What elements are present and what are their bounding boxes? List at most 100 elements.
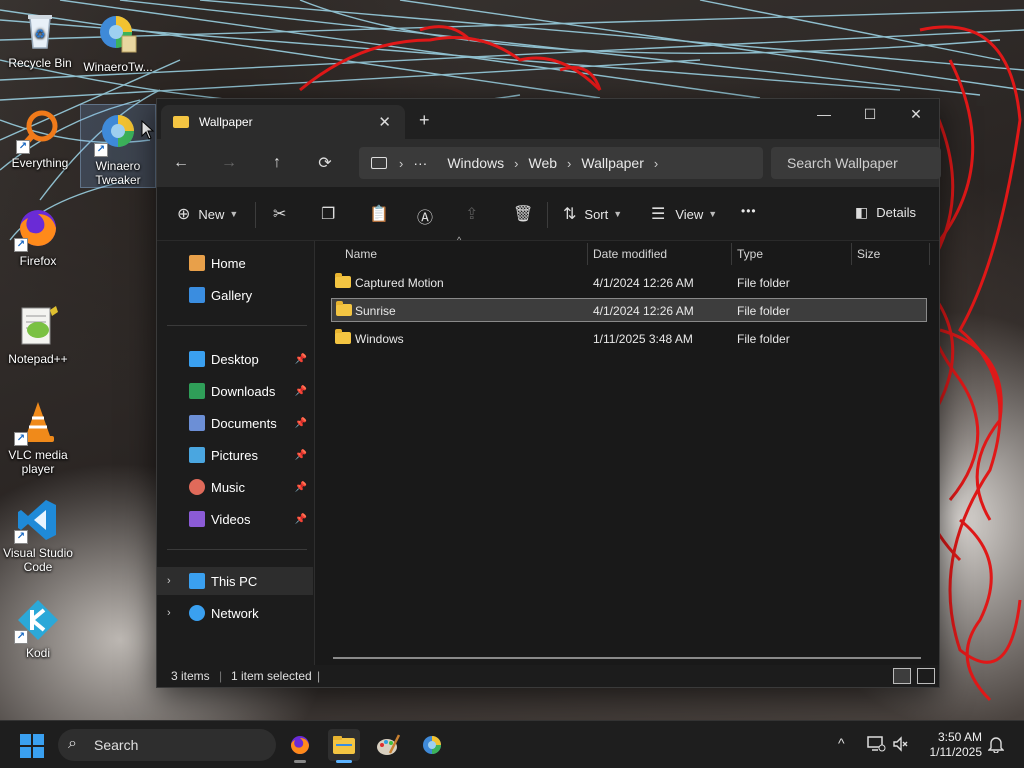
chevron-right-icon[interactable]: ›: [167, 607, 171, 619]
windows-logo-icon: [33, 734, 44, 745]
large-icons-view-toggle[interactable]: [917, 668, 935, 684]
breadcrumb-wallpaper[interactable]: Wallpaper: [581, 155, 644, 171]
sidebar-item-music[interactable]: Music 📌: [157, 473, 313, 501]
sidebar-item-label: Pictures: [211, 447, 258, 463]
desktop-icon-kodi[interactable]: ↗ Kodi: [0, 598, 76, 660]
sidebar-item-label: Home: [211, 255, 246, 271]
file-type: File folder: [737, 332, 790, 346]
sidebar-item-this-pc[interactable]: › This PC: [157, 567, 313, 595]
table-row[interactable]: Captured Motion 4/1/2024 12:26 AM File f…: [331, 271, 927, 295]
maximize-button[interactable]: ☐: [847, 99, 893, 129]
column-divider[interactable]: [851, 243, 852, 265]
back-button[interactable]: ←: [157, 154, 205, 172]
taskbar-paint[interactable]: [372, 729, 404, 761]
cut-button[interactable]: ✂: [273, 204, 286, 224]
breadcrumb-windows[interactable]: Windows: [447, 155, 504, 171]
desktop-icon-recycle-bin[interactable]: ♻ Recycle Bin: [2, 8, 78, 70]
table-row[interactable]: Sunrise 4/1/2024 12:26 AM File folder: [331, 298, 927, 322]
refresh-button[interactable]: ⟳: [301, 153, 349, 173]
file-date: 4/1/2024 12:26 AM: [593, 304, 694, 318]
desktop-icon-firefox[interactable]: ↗ Firefox: [0, 206, 76, 268]
taskbar-firefox[interactable]: [284, 729, 316, 763]
more-options-button[interactable]: •••: [741, 204, 757, 218]
share-icon: ⇪: [465, 206, 479, 223]
search-input[interactable]: Search Wallpaper: [771, 147, 941, 179]
pin-icon: 📌: [294, 481, 307, 493]
table-row[interactable]: Windows 1/11/2025 3:48 AM File folder: [331, 327, 927, 351]
tab-close-icon[interactable]: ✕: [378, 113, 391, 131]
sidebar-item-network[interactable]: › Network: [157, 599, 313, 627]
show-hidden-icons-button[interactable]: ^: [838, 735, 845, 751]
forward-button[interactable]: →: [205, 154, 253, 172]
desktop-icon-vlc[interactable]: ↗ VLC media player: [0, 400, 76, 476]
file-list-pane: ^ Name Date modified Type Size Captured …: [315, 235, 939, 665]
chevron-right-icon[interactable]: ›: [167, 575, 171, 587]
sidebar-item-gallery[interactable]: Gallery: [157, 281, 313, 309]
desktop-icon-label: Kodi: [25, 646, 51, 660]
downloads-icon: [189, 383, 205, 399]
taskbar-winaero-tweaker[interactable]: [416, 729, 448, 761]
network-status-icon[interactable]: [866, 735, 886, 756]
sidebar-item-pictures[interactable]: Pictures 📌: [157, 441, 313, 469]
rename-button[interactable]: Ⓐ: [417, 204, 433, 228]
sidebar-item-home[interactable]: Home: [157, 249, 313, 277]
this-pc-icon[interactable]: [371, 157, 387, 169]
column-divider[interactable]: [587, 243, 588, 265]
column-divider[interactable]: [731, 243, 732, 265]
sidebar-item-documents[interactable]: Documents 📌: [157, 409, 313, 437]
desktop-icon-everything[interactable]: ↗ Everything: [2, 108, 78, 170]
column-header-date-modified[interactable]: Date modified: [593, 241, 733, 267]
rename-icon: Ⓐ: [417, 210, 434, 227]
taskbar-search[interactable]: ⌕ Search: [58, 729, 276, 761]
shortcut-arrow-icon: ↗: [16, 140, 30, 154]
start-button[interactable]: [20, 734, 44, 758]
desktop-icon-winaerotweaker-folder[interactable]: WinaeroTw...: [80, 12, 156, 74]
this-pc-icon: [189, 573, 205, 589]
address-bar[interactable]: › ··· Windows › Web › Wallpaper ›: [359, 147, 763, 179]
delete-button[interactable]: 🗑: [513, 204, 533, 224]
sidebar-item-label: Documents: [211, 415, 277, 431]
breadcrumb-overflow[interactable]: ···: [413, 155, 427, 171]
system-clock[interactable]: 3:50 AM 1/11/2025: [916, 730, 983, 760]
firefox-icon: [291, 736, 309, 754]
breadcrumb-separator[interactable]: ›: [567, 156, 571, 171]
notification-bell-icon[interactable]: [987, 735, 1005, 756]
desktop-icon-label: Firefox: [19, 254, 57, 268]
column-header-type[interactable]: Type: [737, 241, 847, 267]
desktop-icon-vscode[interactable]: ↗ Visual Studio Code: [0, 498, 76, 574]
column-header-name[interactable]: Name: [345, 241, 585, 267]
desktop-icon: [189, 351, 205, 367]
minimize-button[interactable]: —: [801, 99, 847, 129]
sidebar-item-downloads[interactable]: Downloads 📌: [157, 377, 313, 405]
column-divider[interactable]: [929, 243, 930, 265]
horizontal-scrollbar[interactable]: [333, 657, 921, 659]
breadcrumb-separator[interactable]: ›: [399, 156, 403, 171]
new-tab-button[interactable]: +: [419, 110, 430, 131]
desktop-icon-winaero-tweaker[interactable]: ↗ Winaero Tweaker: [80, 104, 156, 188]
notepad-plus-plus-icon: [16, 304, 60, 348]
paste-button[interactable]: 📋: [369, 204, 389, 224]
breadcrumb-separator[interactable]: ›: [654, 156, 658, 171]
up-button[interactable]: ↑: [253, 154, 301, 172]
tab-wallpaper[interactable]: Wallpaper ✕: [161, 105, 405, 139]
share-button[interactable]: ⇪: [465, 204, 478, 224]
taskbar-file-explorer[interactable]: [328, 729, 360, 763]
desktop-icon-notepadpp[interactable]: Notepad++: [0, 304, 76, 366]
sidebar-item-videos[interactable]: Videos 📌: [157, 505, 313, 533]
breadcrumb-separator[interactable]: ›: [514, 156, 518, 171]
details-pane-button[interactable]: ◧ Details: [855, 204, 916, 221]
copy-button[interactable]: ❐: [321, 204, 335, 224]
close-button[interactable]: ✕: [893, 99, 939, 129]
volume-muted-icon[interactable]: [892, 735, 910, 756]
folder-icon: [173, 116, 189, 128]
desktop-icon-label: Notepad++: [8, 352, 68, 366]
sidebar-item-desktop[interactable]: Desktop 📌: [157, 345, 313, 373]
sidebar-item-label: Music: [211, 479, 245, 495]
sort-button[interactable]: ⇅ Sort ▼: [563, 204, 622, 224]
breadcrumb-web[interactable]: Web: [528, 155, 557, 171]
new-button[interactable]: ⊕ New ▼: [177, 204, 238, 224]
details-view-toggle[interactable]: [893, 668, 911, 684]
view-button[interactable]: ☰ View ▼: [651, 204, 717, 224]
clipboard-icon: 📋: [369, 206, 389, 223]
column-header-size[interactable]: Size: [857, 241, 927, 267]
